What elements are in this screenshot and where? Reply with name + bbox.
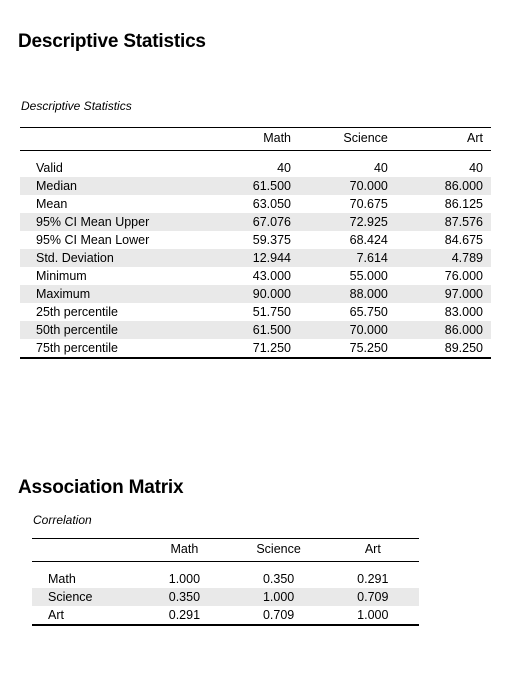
table-cell-value: 86.000: [395, 321, 491, 339]
table-cell-value: 88.000: [299, 285, 396, 303]
table-row: 50th percentile 61.500 70.000 86.000: [20, 321, 491, 339]
table-row: 95% CI Mean Upper 67.076 72.925 87.576: [20, 213, 491, 231]
row-label: Valid: [36, 161, 63, 175]
column-header-math: Math: [138, 538, 231, 562]
table-cell-value: 4.789: [395, 249, 491, 267]
row-label: 95% CI Mean Upper: [20, 213, 204, 231]
correlation-caption: Correlation: [33, 513, 92, 527]
row-label: Math: [48, 572, 76, 586]
table-cell-value: 1.000: [326, 606, 419, 626]
row-label: Science: [32, 588, 139, 606]
table-cell-value: 7.614: [299, 249, 396, 267]
row-label: 25th percentile: [36, 305, 119, 319]
table-row: 75th percentile 71.250 75.250 89.250: [20, 339, 491, 359]
table-cell-value: 1.000: [230, 588, 327, 606]
column-header-blank: [20, 127, 204, 151]
association-matrix-heading: Association Matrix: [18, 476, 184, 498]
descriptive-table-header: Math Science Art: [20, 127, 491, 151]
descriptive-statistics-heading: Descriptive Statistics: [18, 30, 206, 52]
table-cell-value: 97.000: [395, 285, 491, 303]
table-cell-value: 86.000: [395, 177, 491, 195]
table-cell-value: 55.000: [349, 269, 388, 283]
table-cell-value: 1.000: [168, 572, 201, 586]
table-cell-value: 0.709: [230, 606, 327, 626]
table-cell-value: 75.250: [299, 339, 396, 359]
table-cell-value: 83.000: [444, 305, 483, 319]
table-cell-value: 87.576: [395, 213, 491, 231]
table-cell-value: 0.291: [357, 572, 389, 586]
table-spacer-row: [32, 562, 419, 571]
row-label: Median: [20, 177, 204, 195]
table-row: Std. Deviation 12.944 7.614 4.789: [20, 249, 491, 267]
table-row: Median 61.500 70.000 86.000: [20, 177, 491, 195]
table-row: Minimum 43.000 55.000 76.000: [20, 267, 491, 285]
descriptive-statistics-table: Math Science Art Valid 40 40 40 Median 61.500…: [20, 127, 491, 359]
table-cell-value: 51.750: [252, 305, 291, 319]
table-cell-value: 0.709: [326, 588, 419, 606]
table-cell-value: 0.350: [138, 588, 231, 606]
table-header-row: Math Science Art: [20, 127, 491, 151]
table-cell-value: 68.424: [349, 233, 388, 247]
row-label: Minimum: [36, 269, 87, 283]
table-spacer-cell: [20, 151, 491, 160]
table-cell-value: 86.125: [444, 197, 483, 211]
table-cell-value: 70.675: [349, 197, 388, 211]
row-label: Maximum: [20, 285, 204, 303]
column-header-blank: [32, 538, 139, 562]
table-cell-value: 63.050: [252, 197, 291, 211]
row-label: 95% CI Mean Lower: [36, 233, 150, 247]
table-row: Valid 40 40 40: [20, 159, 491, 177]
descriptive-statistics-caption: Descriptive Statistics: [21, 99, 132, 113]
row-label: Std. Deviation: [20, 249, 204, 267]
table-cell-value: 67.076: [203, 213, 299, 231]
table-cell-value: 61.500: [203, 321, 299, 339]
table-cell-value: 61.500: [203, 177, 299, 195]
table-cell-value: 65.750: [349, 305, 388, 319]
correlation-table-header: Math Science Art: [32, 538, 419, 562]
table-cell-value: 0.291: [138, 606, 231, 626]
table-cell-value: 43.000: [252, 269, 291, 283]
statistics-report-page: Descriptive Statistics Descriptive Stati…: [0, 0, 523, 688]
row-label: 50th percentile: [20, 321, 204, 339]
table-row: Math 1.000 0.350 0.291: [32, 570, 419, 588]
table-cell-value: 40: [373, 161, 388, 175]
table-row: 25th percentile 51.750 65.750 83.000: [20, 303, 491, 321]
column-header-science: Science: [230, 538, 327, 562]
table-spacer-row: [20, 151, 491, 160]
table-cell-value: 76.000: [444, 269, 483, 283]
descriptive-table-body: Valid 40 40 40 Median 61.500 70.000 86.000 Mean 6…: [20, 151, 491, 359]
table-cell-value: 40: [277, 161, 291, 175]
table-cell-value: 90.000: [203, 285, 299, 303]
table-spacer-cell: [32, 562, 419, 571]
table-cell-value: 70.000: [299, 321, 396, 339]
column-header-art: Art: [395, 127, 491, 151]
table-row: Maximum 90.000 88.000 97.000: [20, 285, 491, 303]
table-header-row: Math Science Art: [32, 538, 419, 562]
table-cell-value: 59.375: [252, 233, 291, 247]
row-label: Mean: [36, 197, 68, 211]
table-row: Science 0.350 1.000 0.709: [32, 588, 419, 606]
table-cell-value: 0.350: [262, 572, 295, 586]
table-cell-value: 12.944: [203, 249, 299, 267]
correlation-matrix-table: Math Science Art Math 1.000 0.350 0.291 Scie…: [32, 538, 419, 626]
table-row: 95% CI Mean Lower 59.375 68.424 84.675: [20, 231, 491, 249]
table-cell-value: 40: [469, 161, 483, 175]
table-cell-value: 71.250: [203, 339, 299, 359]
table-row: Art 0.291 0.709 1.000: [32, 606, 419, 626]
table-cell-value: 89.250: [395, 339, 491, 359]
table-cell-value: 72.925: [299, 213, 396, 231]
table-cell-value: 84.675: [444, 233, 483, 247]
column-header-science: Science: [299, 127, 396, 151]
table-row: Mean 63.050 70.675 86.125: [20, 195, 491, 213]
column-header-art: Art: [326, 538, 419, 562]
table-cell-value: 70.000: [299, 177, 396, 195]
correlation-table-body: Math 1.000 0.350 0.291 Science 0.350 1.000 0.70…: [32, 562, 419, 626]
column-header-math: Math: [203, 127, 299, 151]
row-label: Art: [32, 606, 139, 626]
row-label: 75th percentile: [20, 339, 204, 359]
